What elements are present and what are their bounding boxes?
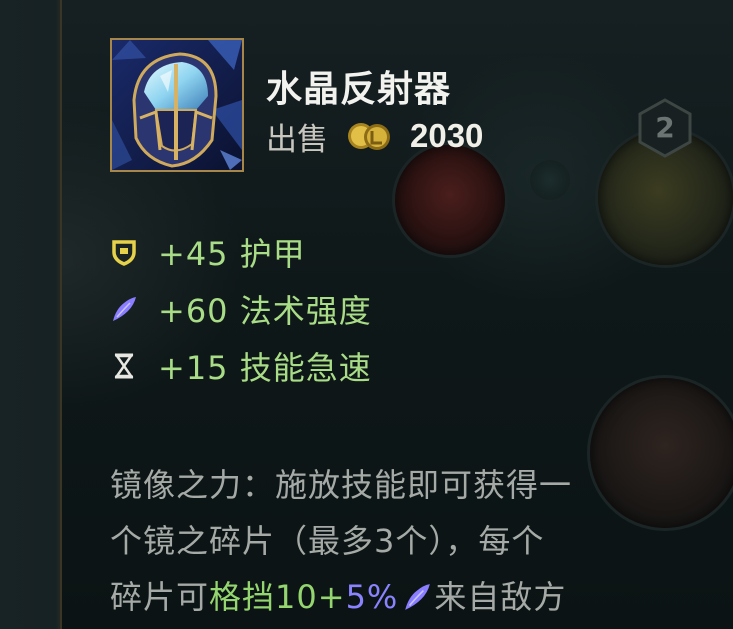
sell-label: 出售 (266, 121, 328, 158)
description-line: 碎片可格挡10+5% 来自敌方 (110, 569, 670, 625)
description-text: 碎片可 (110, 578, 210, 616)
ability-power-icon (110, 295, 138, 323)
description-line: 个镜之碎片（最多3个），每个 (110, 522, 545, 560)
gold-coin-icon (346, 119, 392, 153)
item-description: 镜像之力：施放技能即可获得一 个镜之碎片（最多3个），每个 碎片可格挡10+5%… (110, 457, 670, 625)
sell-row: 出售 2030 (266, 116, 484, 158)
stat-ability-haste: +15 技能急速 (110, 346, 372, 387)
description-line: 镜像之力：施放技能即可获得一 (110, 466, 573, 504)
armor-shield-icon (110, 238, 138, 266)
description-text: 来自敌方 (434, 578, 567, 616)
left-panel-edge (0, 0, 62, 629)
ability-haste-icon (110, 352, 138, 380)
sell-price: 2030 (410, 117, 484, 154)
item-name: 水晶反射器 (266, 69, 452, 110)
game-scene: 2 水晶反射器 出售 2030 +45 护甲 +60 法术强度 +15 技能急速… (0, 0, 733, 629)
stat-ability-power: +60 法术强度 (110, 289, 372, 330)
stat-text: +60 法术强度 (158, 292, 372, 330)
item-tooltip: 水晶反射器 出售 2030 +45 护甲 +60 法术强度 +15 技能急速 镜… (62, 0, 702, 629)
stat-text: +15 技能急速 (158, 349, 372, 387)
stat-armor: +45 护甲 (110, 232, 306, 273)
stat-text: +45 护甲 (158, 235, 306, 273)
block-amount-text: 格挡10+ (209, 578, 346, 616)
crystal-helmet-icon (110, 38, 244, 172)
ap-ratio-text: 5% (345, 578, 399, 616)
ability-power-icon (402, 582, 432, 612)
